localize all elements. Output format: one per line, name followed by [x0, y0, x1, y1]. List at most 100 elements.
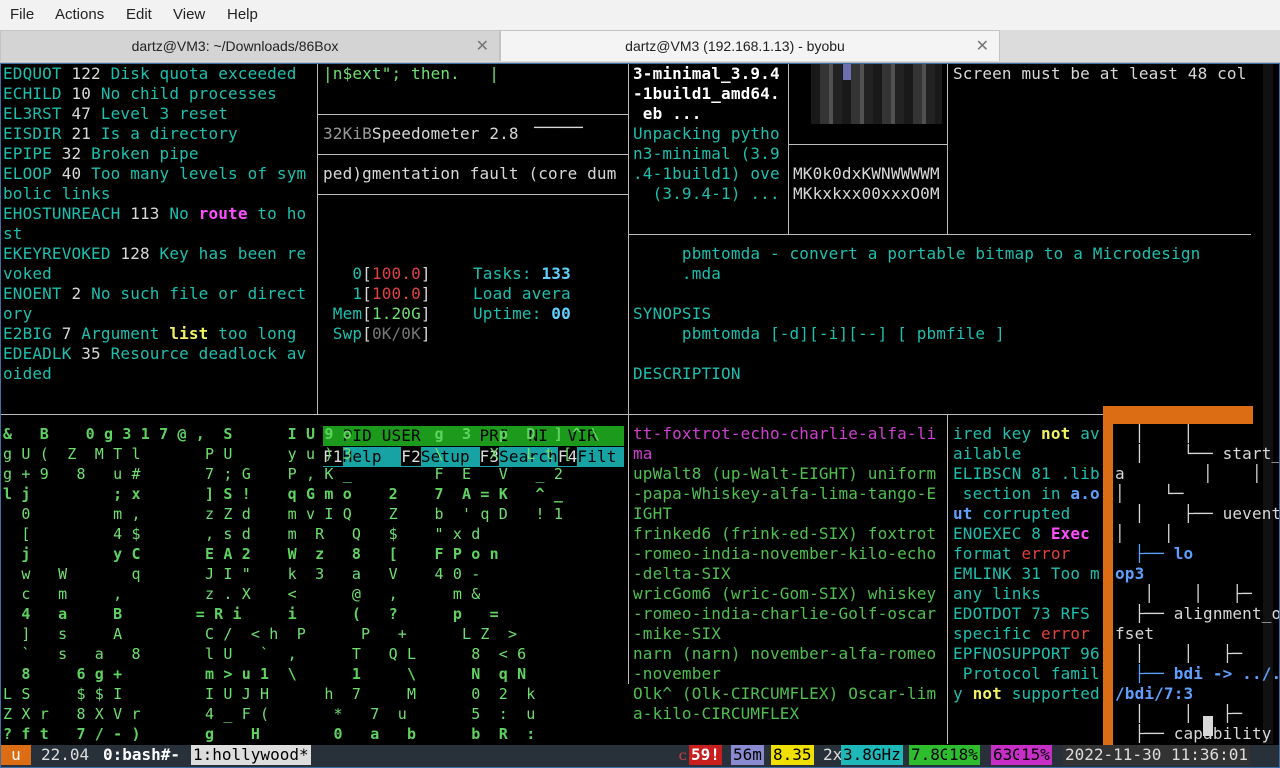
tree-line: ├── lo: [1115, 544, 1194, 563]
nato-line: IGHT: [633, 504, 673, 523]
tree-line: ├── bdi -> ../..: [1115, 664, 1280, 683]
matrix-rain-line: w W q J I " k 3 a V 4 0 -: [3, 565, 481, 583]
matrix-rain-line: L S $ $ I I U J H h 7 M 0 2 k: [3, 685, 536, 703]
disk-percent: 15%: [1019, 745, 1052, 765]
errno-line: EKEYREVOKED 128 Key has been re: [3, 244, 307, 263]
ascii-image: [811, 64, 942, 124]
nato-line: narn (narn) november-alfa-romeo: [633, 644, 937, 663]
pane-divider: [318, 194, 628, 195]
errno-line: ECHILD 10 No child processes: [3, 84, 277, 103]
uptime-label: Uptime:: [473, 304, 542, 323]
pane-divider: [318, 114, 628, 115]
window-hollywood[interactable]: 1:hollywood*: [191, 745, 311, 765]
tab-byobu[interactable]: dartz@VM3 (192.168.1.13) - byobu ✕: [500, 30, 1000, 61]
menu-actions[interactable]: Actions: [55, 6, 104, 23]
errno-line: EHOSTUNREACH 113 No route to ho: [3, 204, 307, 223]
tree-line: a │ │: [1115, 464, 1262, 483]
cpu0-value: 100.0: [371, 264, 421, 283]
errno2-line: EPFNOSUPPORT 96: [953, 644, 1100, 663]
matrix-rain-line: 0 m , z Z d m v I Q Z b ' q D ! 1: [3, 505, 564, 523]
errno-line: EISDIR 21 Is a directory: [3, 124, 238, 143]
ubuntu-logo: u: [1, 745, 31, 765]
nato-line: -delta-SIX: [633, 564, 731, 583]
uptime: 56m: [731, 745, 764, 765]
errno2-line: ELIBSCN 81 .lib: [953, 464, 1100, 483]
matrix-rain-line: g + 9 8 u # 7 ; G P , K _ F E V _ 2: [3, 465, 564, 483]
memory-percent: 18%: [947, 745, 980, 765]
manpage-title-cont: .mda: [633, 264, 722, 283]
date-time: 2022-11-30 11:36:01: [1063, 745, 1251, 765]
manpage-title: pbmtomda - convert a portable bitmap to …: [633, 244, 1201, 263]
matrix-rain-line: ? f t 7 / - ) g H 0 a b b R :: [3, 725, 536, 743]
nato-line: Olk^ (Olk-CIRCUMFLEX) Oscar-lim: [633, 684, 937, 703]
close-icon[interactable]: ✕: [476, 36, 489, 56]
terminal[interactable]: EDQUOT 122 Disk quota exceeded ECHILD 10 …: [0, 63, 1280, 768]
memory-total: 7.8G: [909, 745, 952, 765]
errno-line: ENOENT 2 No such file or direct: [3, 284, 307, 303]
menu-view[interactable]: View: [173, 6, 205, 23]
cpu-frequency: 3.8GHz: [841, 745, 903, 765]
apt-line: n3-minimal (3.9: [633, 144, 780, 163]
tree-line: │ │: [1115, 424, 1194, 443]
htop-load: Load avera: [473, 284, 571, 303]
load-average: 8.35: [771, 745, 814, 765]
tab-86box[interactable]: dartz@VM3: ~/Downloads/86Box ✕: [0, 30, 500, 61]
menubar: File Actions Edit View Help: [0, 0, 1280, 31]
scrollbar[interactable]: [1263, 64, 1273, 744]
manpage-description-heading: DESCRIPTION: [633, 364, 741, 383]
tab-bar: dartz@VM3: ~/Downloads/86Box ✕ dartz@VM3…: [0, 30, 1280, 63]
matrix-rain-line: g U ( Z M T l P U y u ) 3 \ X L t [: [3, 445, 573, 463]
matrix-rain-line: Z X r 8 X V r 4 _ F ( * 7 u 5 : u: [3, 705, 536, 723]
apt-line: (3.9.4-1) ...: [633, 184, 780, 203]
close-icon[interactable]: ✕: [976, 36, 989, 56]
tasks-label: Tasks:: [473, 264, 532, 283]
htop-tasks: Tasks: 133: [473, 264, 571, 284]
errno2-line: ut corrupted: [953, 504, 1071, 523]
window-bash[interactable]: 0:bash#-: [101, 745, 182, 765]
os-version: 22.04: [41, 745, 90, 764]
uptime-value: 00: [551, 304, 571, 323]
terminal-cursor: [1203, 716, 1213, 736]
speedometer-dash: ─────: [534, 118, 583, 137]
matrix-rain-line: 8 6 g + m > u 1 \ 1 \ N q N: [3, 665, 527, 683]
tab-title: dartz@VM3 (192.168.1.13) - byobu: [625, 38, 845, 54]
ascii-line-1: MK0k0dxKWNWWWWM: [793, 164, 940, 183]
f4-label[interactable]: Filt: [577, 447, 616, 466]
segfault-message: ped)gmentation fault (core dum: [323, 164, 617, 183]
nato-line: ma: [633, 444, 653, 463]
errno2-line: EDOTDOT 73 RFS: [953, 604, 1090, 623]
matrix-rain-line: ` s a 8 l U ` , T Q L 8 < 6: [3, 645, 527, 663]
pane-divider: [628, 64, 629, 684]
errno2-line: section in a.o: [953, 484, 1100, 503]
tasks-value: 133: [541, 264, 571, 283]
tree-line: │ └── start_lb: [1134, 444, 1280, 463]
nato-line: tt-foxtrot-echo-charlie-alfa-li: [633, 424, 937, 443]
apt-line: eb ...: [633, 104, 702, 123]
htop-uptime: Uptime: 00: [473, 304, 571, 324]
pane-divider: [1, 414, 1103, 415]
tree-line: op3: [1115, 564, 1145, 583]
matrix-rain-line: & B 0 g 3 1 7 @ , S I U 9 o g 3 p D ] ^ …: [3, 425, 600, 443]
errno2-line: any links: [953, 584, 1042, 603]
tree-line: fset: [1115, 624, 1155, 643]
nato-line: -mike-SIX: [633, 624, 722, 643]
menu-file[interactable]: File: [10, 6, 34, 23]
swp-label: Swp: [332, 324, 363, 343]
nato-line: frinked6 (frink-ed-SIX) foxtrot: [633, 524, 937, 543]
tree-line: │ └─: [1115, 484, 1184, 503]
tree-line: │ │ ├─: [1115, 704, 1243, 723]
speedometer-title: 32KiBSpeedometer 2.8: [323, 124, 519, 144]
errno2-line: ired key not av: [953, 424, 1100, 443]
nato-line: upWalt8 (up-Walt-EIGHT) uniform: [633, 464, 937, 483]
matrix-rain-line: j y C E A 2 W z 8 [ F P o n: [3, 545, 499, 563]
errno-line: ELOOP 40 Too many levels of sym: [3, 164, 307, 183]
menu-edit[interactable]: Edit: [126, 6, 152, 23]
errno-line: EDEADLK 35 Resource deadlock av: [3, 344, 307, 363]
htop-swp-meter: Swp[0K/0K]: [332, 324, 431, 343]
errno2-line: Protocol famil: [953, 664, 1100, 683]
mem-value: 1.20G: [371, 304, 421, 323]
menu-help[interactable]: Help: [227, 6, 258, 23]
pane-divider: [947, 64, 948, 234]
manpage-synopsis-heading: SYNOPSIS: [633, 304, 712, 323]
errno-line: oided: [3, 364, 52, 383]
